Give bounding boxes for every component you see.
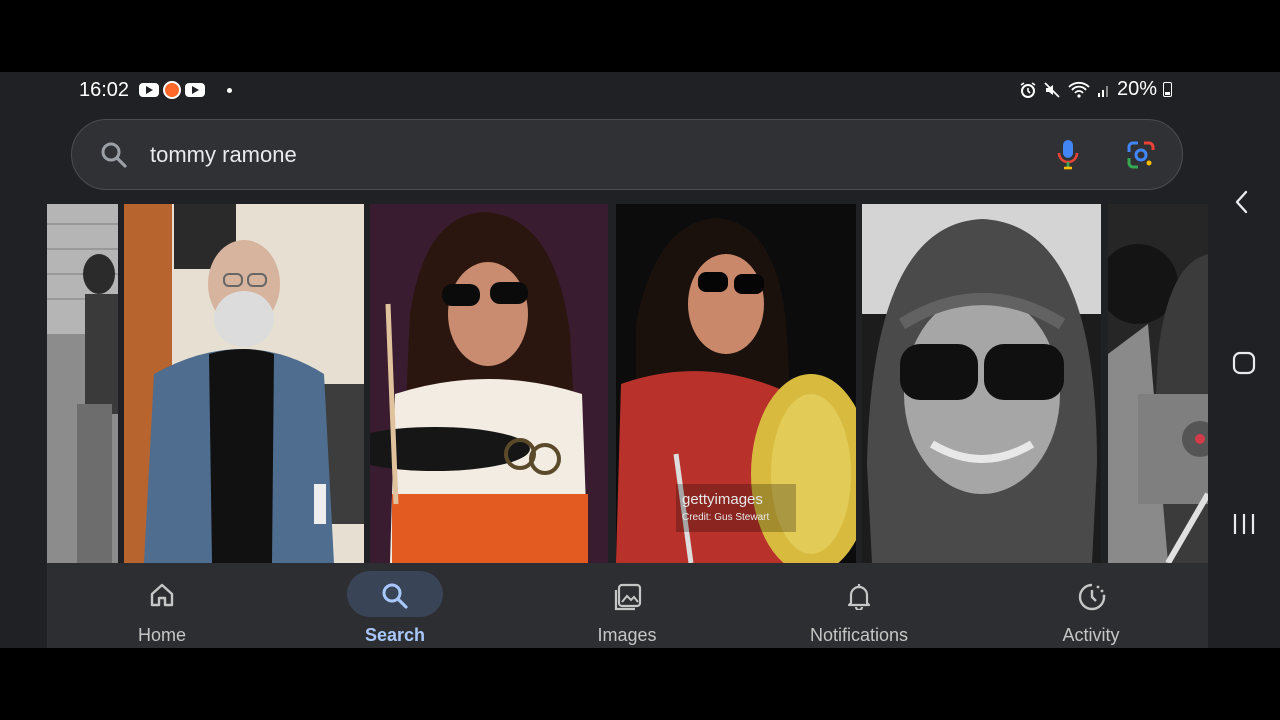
nav-images[interactable]: Images: [557, 563, 697, 648]
home-icon: [1232, 351, 1256, 375]
nav-activity-label: Activity: [1062, 625, 1120, 645]
search-input[interactable]: tommy ramone: [150, 142, 297, 168]
watermark-text: gettyimages: [682, 491, 763, 508]
nav-notifications[interactable]: Notifications: [789, 563, 929, 648]
mic-icon[interactable]: [1056, 138, 1080, 172]
status-time: 16:02: [79, 79, 130, 101]
image-result[interactable]: [124, 204, 364, 563]
search-icon: [101, 142, 127, 168]
nav-home[interactable]: Home: [92, 563, 232, 648]
battery-icon: [1163, 82, 1172, 97]
back-icon: [1235, 190, 1248, 214]
more-notifications-icon: [227, 87, 232, 93]
bottom-navigation: Home Search Images Notifications Activit…: [47, 563, 1208, 648]
image-result[interactable]: [1108, 204, 1208, 563]
youtube-icon: [185, 83, 205, 97]
battery-percent: 20%: [1116, 78, 1157, 100]
status-bar: 16:02 20%: [79, 78, 1172, 102]
image-result[interactable]: [47, 204, 118, 563]
image-results-strip[interactable]: gettyimages Credit: Gus Stewart: [47, 204, 1208, 563]
lens-icon[interactable]: [1126, 140, 1156, 170]
system-status-icons: 20%: [1019, 78, 1172, 101]
bell-icon: [847, 584, 871, 610]
alarm-icon: [1020, 81, 1036, 98]
notification-icons: [139, 81, 232, 99]
nav-activity-icon-container: [1043, 571, 1139, 617]
activity-icon: [1078, 583, 1106, 611]
nav-search-label: Search: [364, 625, 426, 645]
youtube-icon: [139, 83, 159, 97]
app-icon: [163, 81, 181, 99]
signal-icon: [1097, 85, 1108, 97]
image-result[interactable]: gettyimages Credit: Gus Stewart: [616, 204, 856, 563]
nav-notifications-label: Notifications: [809, 625, 909, 645]
mute-icon: [1044, 81, 1060, 98]
nav-notifications-icon-container: [811, 571, 907, 617]
nav-home-label: Home: [137, 625, 186, 645]
recents-icon: [1233, 514, 1255, 534]
screen: 16:02 20% tommy ramone gettyimages Credi…: [0, 72, 1280, 648]
credit-text: Credit: Gus Stewart: [682, 512, 769, 523]
image-result[interactable]: [862, 204, 1101, 563]
search-icon: [382, 583, 408, 609]
search-bar[interactable]: tommy ramone: [71, 119, 1183, 190]
home-icon: [150, 583, 174, 607]
images-icon: [614, 583, 642, 611]
system-home-button[interactable]: [1232, 351, 1256, 380]
system-navigation-bar: [1208, 72, 1280, 648]
nav-search[interactable]: Search: [325, 563, 465, 648]
wifi-icon: [1068, 81, 1090, 98]
back-button[interactable]: [1232, 190, 1252, 219]
nav-images-icon-container: [579, 571, 675, 617]
nav-activity[interactable]: Activity: [1021, 563, 1161, 648]
nav-images-label: Images: [597, 625, 657, 645]
image-result[interactable]: [370, 204, 608, 563]
recents-button[interactable]: [1232, 512, 1256, 541]
nav-home-icon-container: [114, 571, 210, 617]
nav-search-icon-container: [347, 571, 443, 617]
